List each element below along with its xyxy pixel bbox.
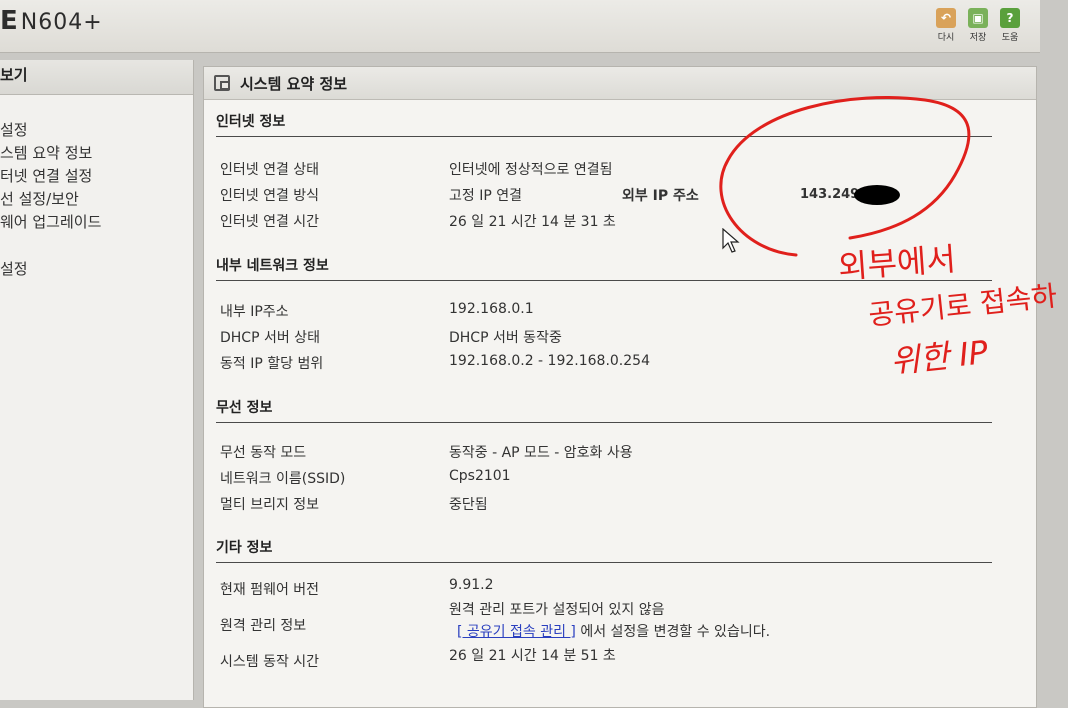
brand-prefix: E [0,6,19,36]
undo-label: 다시 [937,33,955,43]
toolbar: ↶ 다시 ▣ 저장 ? 도움 [934,8,1022,43]
internet-uptime-value: 26 일 21 시간 14 분 31 초 [449,214,616,230]
help-icon: ? [1000,8,1020,28]
undo-button[interactable]: ↶ 다시 [934,8,958,43]
router-access-link[interactable]: [ 공유기 접속 관리 ] [457,624,576,640]
multi-bridge-label: 멀티 브리지 정보 [220,497,320,513]
sidebar-item-internet-setup[interactable]: 터넷 연결 설정 [0,165,193,188]
dhcp-status-label: DHCP 서버 상태 [220,330,320,346]
internet-uptime-label: 인터넷 연결 시간 [220,214,320,230]
save-label: 저장 [969,33,987,43]
save-icon: ▣ [968,8,988,28]
panel-title: 시스템 요약 정보 [240,74,348,93]
sidebar-item-system-summary[interactable]: 스템 요약 정보 [0,142,193,165]
sidebar-title: 보기 [0,60,193,95]
handwritten-note: 외부에서 공유기로 접속하 위한 IP [837,238,1063,388]
dhcp-status-value: DHCP 서버 동작중 [449,330,562,346]
remote-mgmt-value: 원격 관리 포트가 설정되어 있지 않음 [449,602,665,618]
external-ip-label: 외부 IP 주소 [622,188,699,204]
internet-status-value: 인터넷에 정상적으로 연결됨 [449,162,613,178]
save-button[interactable]: ▣ 저장 [966,8,990,43]
help-button[interactable]: ? 도움 [998,8,1022,43]
system-uptime-value: 26 일 21 시간 14 분 51 초 [449,648,616,664]
wireless-mode-value: 동작중 - AP 모드 - 암호화 사용 [449,445,633,461]
ssid-value: Cps2101 [449,468,511,484]
multi-bridge-value: 중단됨 [449,497,488,513]
firmware-label: 현재 펌웨어 버전 [220,582,320,598]
remote-mgmt-label: 원격 관리 정보 [220,618,307,634]
help-label: 도움 [1001,33,1019,43]
internet-status-label: 인터넷 연결 상태 [220,162,320,178]
undo-icon: ↶ [936,8,956,28]
top-header: EN604+ ↶ 다시 ▣ 저장 ? 도움 [0,0,1040,53]
sidebar-menu: 보기 설정 스템 요약 정보 터넷 연결 설정 선 설정/보안 웨어 업그레이드… [0,60,194,700]
firmware-value: 9.91.2 [449,577,494,593]
wireless-info-heading: 무선 정보 [216,397,992,423]
ssid-label: 네트워크 이름(SSID) [220,471,346,487]
sidebar-item-settings[interactable]: 설정 [0,119,193,142]
internet-method-label: 인터넷 연결 방식 [220,188,320,204]
etc-info-section: 기타 정보 [216,537,992,563]
sidebar-item-firmware-upgrade[interactable]: 웨어 업그레이드 [0,211,193,234]
sidebar-item-wireless-security[interactable]: 선 설정/보안 [0,188,193,211]
remote-mgmt-hint: [ 공유기 접속 관리 ] 에서 설정을 변경할 수 있습니다. [457,621,770,641]
wireless-info-section: 무선 정보 [216,397,992,423]
note-line-3: 위한 IP [888,332,990,381]
brand-logo: EN604+ [0,6,103,36]
brand-model: N604+ [20,10,103,35]
wireless-mode-label: 무선 동작 모드 [220,445,307,461]
sidebar-item-advanced-settings[interactable]: 설정 [0,258,193,281]
lan-ip-label: 내부 IP주소 [220,304,289,320]
system-uptime-label: 시스템 동작 시간 [220,654,320,670]
lan-ip-value: 192.168.0.1 [449,301,534,317]
remote-mgmt-suffix: 에서 설정을 변경할 수 있습니다. [575,624,771,640]
summary-icon [214,75,230,91]
etc-info-heading: 기타 정보 [216,537,992,563]
dhcp-range-value: 192.168.0.2 - 192.168.0.254 [449,353,650,369]
note-line-1: 외부에서 [836,239,958,287]
internet-method-value: 고정 IP 연결 [449,188,522,204]
dhcp-range-label: 동적 IP 할당 범위 [220,356,324,372]
